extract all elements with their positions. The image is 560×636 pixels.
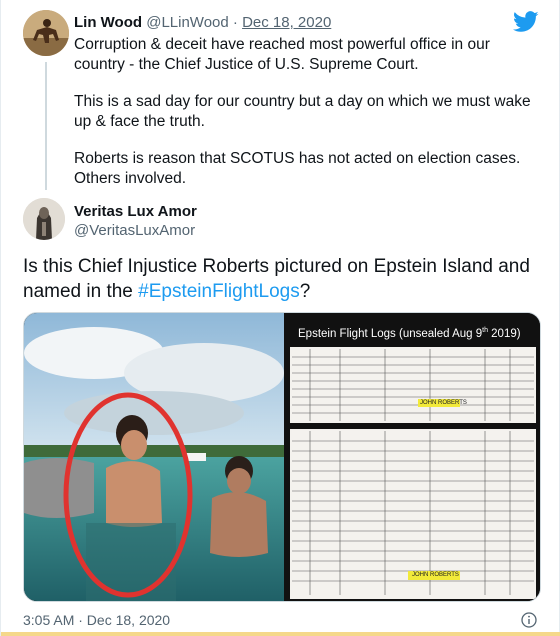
media-container[interactable]: Epstein Flight Logs (unsealed Aug 9th 20… — [23, 312, 541, 602]
twitter-bird-icon[interactable] — [513, 11, 539, 33]
quoted-avatar[interactable] — [23, 198, 65, 240]
tweet-text-paragraph-1: Corruption & deceit have reached most po… — [74, 36, 490, 73]
author-handle[interactable]: @LLinWood — [146, 14, 229, 31]
tweet-text-paragraph-3: Roberts is reason that SCOTUS has not ac… — [74, 150, 521, 187]
flight-log-pages — [290, 347, 536, 599]
quoted-tweet-text: Is this Chief Injustice Roberts pictured… — [23, 254, 543, 304]
flight-log-title-prefix: Epstein Flight Logs (unsealed Aug 9 — [298, 327, 483, 340]
tweet-header: Lin Wood @LLinWood · Dec 18, 2020 — [74, 14, 331, 31]
flight-log-title: Epstein Flight Logs (unsealed Aug 9th 20… — [298, 327, 521, 340]
header-separator: · — [232, 14, 238, 31]
tweet-date-link[interactable]: Dec 18, 2020 — [242, 14, 331, 31]
flight-log-document[interactable]: Epstein Flight Logs (unsealed Aug 9th 20… — [284, 313, 540, 601]
tweet-card: Lin Wood @LLinWood · Dec 18, 2020 Corrup… — [0, 0, 560, 636]
beach-photo[interactable] — [24, 313, 284, 602]
highlighted-name-1: JOHN ROBERTS — [420, 400, 467, 406]
info-icon[interactable] — [521, 612, 537, 628]
author-name[interactable]: Lin Wood — [74, 14, 142, 31]
thread-line — [45, 62, 47, 190]
tweet-text-paragraph-2: This is a sad day for our country but a … — [74, 93, 531, 130]
quoted-text-after: ? — [299, 281, 311, 302]
avatar[interactable] — [23, 10, 69, 56]
quoted-author-name[interactable]: Veritas Lux Amor — [74, 203, 197, 220]
hashtag-link[interactable]: #EpsteinFlightLogs — [138, 281, 300, 302]
tweet-timestamp[interactable]: 3:05 AM · Dec 18, 2020 — [23, 612, 170, 628]
flight-log-title-suffix: 2019) — [487, 327, 521, 340]
bottom-divider — [1, 632, 560, 636]
quoted-author-handle[interactable]: @VeritasLuxAmor — [74, 222, 195, 239]
highlighted-name-2: JOHN ROBERTS — [412, 572, 459, 578]
